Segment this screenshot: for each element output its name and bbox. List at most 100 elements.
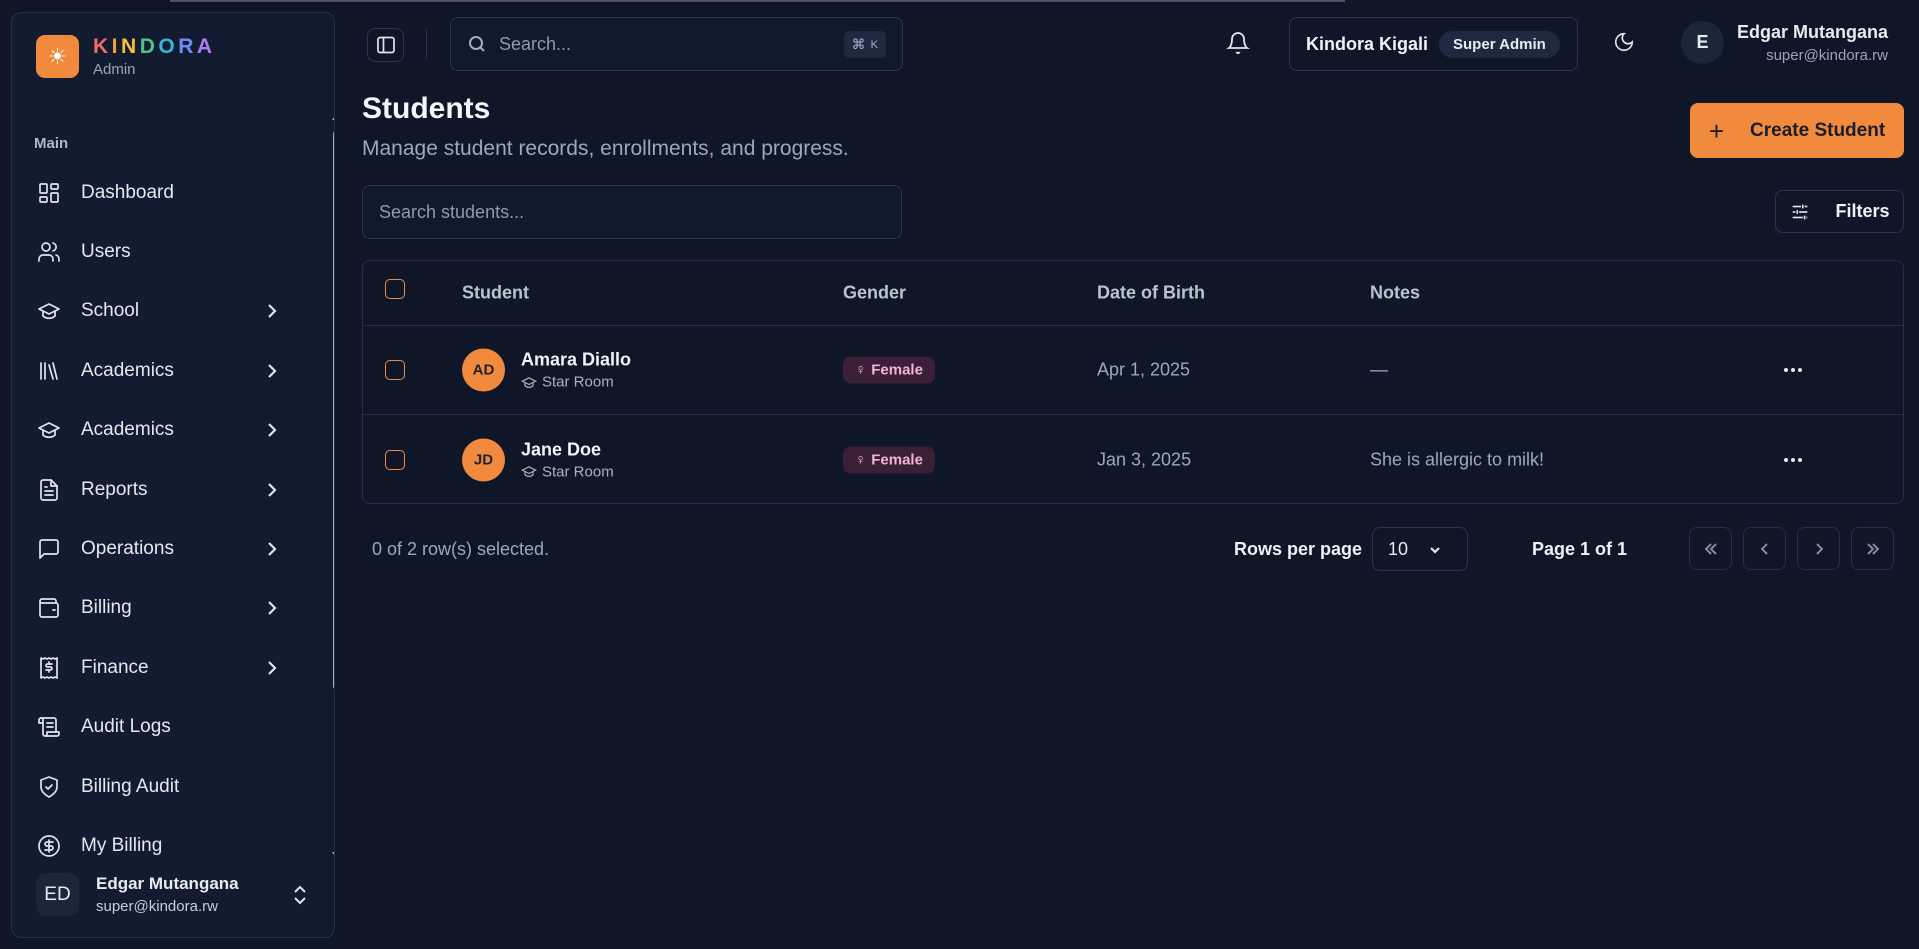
nav-group-label: Main	[34, 135, 69, 152]
chevron-down-icon	[1430, 547, 1440, 554]
brand-name: KINDORA	[93, 35, 216, 58]
sidebar-item-label: Finance	[81, 656, 149, 678]
message-square-icon	[37, 537, 61, 561]
scroll-up-arrow[interactable]	[332, 113, 334, 120]
sidebar-item-audit-logs[interactable]: Audit Logs	[12, 698, 322, 757]
sidebar-item-reports[interactable]: Reports	[12, 460, 322, 519]
sidebar-scrollbar[interactable]	[332, 113, 334, 859]
scroll-down-arrow[interactable]	[332, 852, 334, 859]
sidebar-item-academics-2[interactable]: Academics	[12, 401, 322, 460]
create-student-label: Create Student	[1750, 119, 1886, 141]
chevron-right-icon	[264, 303, 280, 319]
global-search[interactable]: ⌘K	[450, 17, 903, 71]
sun-icon: ☀	[36, 35, 79, 78]
sidebar: ☀ KINDORA Admin Main Dashboard Users Sch…	[11, 12, 335, 938]
student-name[interactable]: Amara Diallo	[521, 350, 631, 371]
create-student-button[interactable]: + Create Student	[1690, 103, 1904, 158]
chevron-left-icon	[1760, 542, 1768, 555]
chevron-right-icon	[264, 482, 280, 498]
student-cell: JD Jane Doe Star Room	[462, 438, 614, 481]
rows-per-page-label: Rows per page	[1234, 539, 1363, 559]
chevron-right-icon	[264, 541, 280, 557]
user-name: Edgar Mutangana	[1737, 21, 1889, 42]
sidebar-toggle-button[interactable]	[367, 28, 404, 62]
next-page-button[interactable]	[1797, 527, 1840, 570]
student-room: Star Room	[521, 374, 631, 391]
student-search[interactable]	[362, 185, 902, 239]
scroll-icon	[37, 715, 61, 739]
select-all-checkbox[interactable]	[385, 279, 405, 299]
sidebar-item-label: Dashboard	[81, 181, 174, 203]
row-checkbox[interactable]	[385, 360, 405, 380]
sidebar-item-label: Reports	[81, 478, 148, 500]
scroll-thumb[interactable]	[333, 130, 334, 690]
dob-cell: Apr 1, 2025	[1097, 359, 1191, 380]
sidebar-item-billing-audit[interactable]: Billing Audit	[12, 757, 322, 816]
dollar-circle-icon	[37, 834, 61, 858]
search-input[interactable]	[499, 33, 819, 55]
filters-button[interactable]: Filters	[1775, 190, 1904, 233]
user-name: Edgar Mutangana	[96, 874, 239, 893]
sidebar-item-billing[interactable]: Billing	[12, 579, 322, 638]
column-header-gender[interactable]: Gender	[843, 283, 906, 304]
sidebar-item-operations[interactable]: Operations	[12, 519, 322, 578]
gender-badge: ♀ Female	[843, 356, 935, 384]
sidebar-item-academics[interactable]: Academics	[12, 341, 322, 400]
row-actions-button[interactable]	[1779, 450, 1807, 470]
avatar: E	[1681, 21, 1724, 64]
bell-icon[interactable]	[1226, 31, 1252, 57]
shield-check-icon	[37, 775, 61, 799]
page-title: Students	[362, 92, 491, 125]
file-text-icon	[37, 478, 61, 502]
org-switcher[interactable]: Kindora Kigali Super Admin	[1289, 17, 1578, 71]
previous-page-button[interactable]	[1743, 527, 1786, 570]
sidebar-item-label: School	[81, 300, 140, 322]
sidebar-item-school[interactable]: School	[12, 282, 322, 341]
graduation-cap-icon	[37, 418, 61, 442]
chevron-right-icon	[264, 422, 280, 438]
sidebar-item-dashboard[interactable]: Dashboard	[12, 163, 322, 222]
shortcut-hint: ⌘ K	[843, 31, 886, 58]
dob-cell: Jan 3, 2025	[1097, 449, 1192, 469]
row-checkbox[interactable]	[385, 449, 405, 470]
last-page-button[interactable]	[1851, 527, 1894, 570]
role-badge: Super Admin	[1439, 30, 1560, 58]
brand[interactable]: ☀ KINDORA Admin	[36, 35, 216, 78]
student-room: Star Room	[521, 463, 614, 480]
header-user-menu[interactable]: E Edgar Mutangana super@kindora.rw	[1681, 21, 1888, 64]
graduation-cap-icon	[37, 299, 61, 323]
student-search-input[interactable]	[379, 201, 879, 223]
gender-badge: ♀ Female	[843, 446, 935, 473]
sidebar-item-label: Billing Audit	[81, 775, 180, 797]
users-icon	[37, 240, 61, 264]
graduation-cap-icon	[521, 376, 537, 388]
sliders-icon	[1793, 204, 1808, 219]
rows-per-page-value: 10	[1388, 538, 1409, 559]
chevrons-left-icon	[1704, 542, 1717, 555]
user-email: super@kindora.rw	[1766, 46, 1889, 64]
avatar: AD	[462, 348, 505, 392]
header-divider	[426, 30, 427, 58]
sidebar-item-finance[interactable]: Finance	[12, 638, 322, 697]
sidebar-user-menu[interactable]: ED Edgar Mutangana super@kindora.rw	[36, 873, 326, 916]
first-page-button[interactable]	[1689, 527, 1732, 570]
female-icon: ♀	[855, 451, 867, 468]
sidebar-item-users[interactable]: Users	[12, 222, 322, 281]
table-row[interactable]: JD Jane Doe Star Room ♀ Female Jan 3, 202…	[363, 415, 1903, 504]
org-name: Kindora Kigali	[1306, 33, 1429, 54]
column-header-student[interactable]: Student	[462, 283, 529, 304]
brand-subtitle: Admin	[93, 61, 136, 78]
receipt-dollar-icon	[37, 656, 61, 680]
moon-icon[interactable]	[1613, 31, 1639, 57]
rows-per-page-select[interactable]: 10	[1372, 527, 1468, 571]
user-email: super@kindora.rw	[96, 898, 218, 915]
column-header-notes[interactable]: Notes	[1370, 283, 1420, 304]
row-actions-button[interactable]	[1779, 360, 1807, 380]
chevron-right-icon	[1815, 542, 1823, 555]
graduation-cap-icon	[521, 466, 537, 477]
student-name[interactable]: Jane Doe	[521, 439, 614, 460]
dashboard-icon	[37, 181, 61, 205]
table-row[interactable]: AD Amara Diallo Star Room ♀ Female Apr 1,…	[363, 326, 1903, 415]
sidebar-item-my-billing[interactable]: My Billing	[12, 816, 322, 875]
column-header-dob[interactable]: Date of Birth	[1097, 283, 1205, 304]
